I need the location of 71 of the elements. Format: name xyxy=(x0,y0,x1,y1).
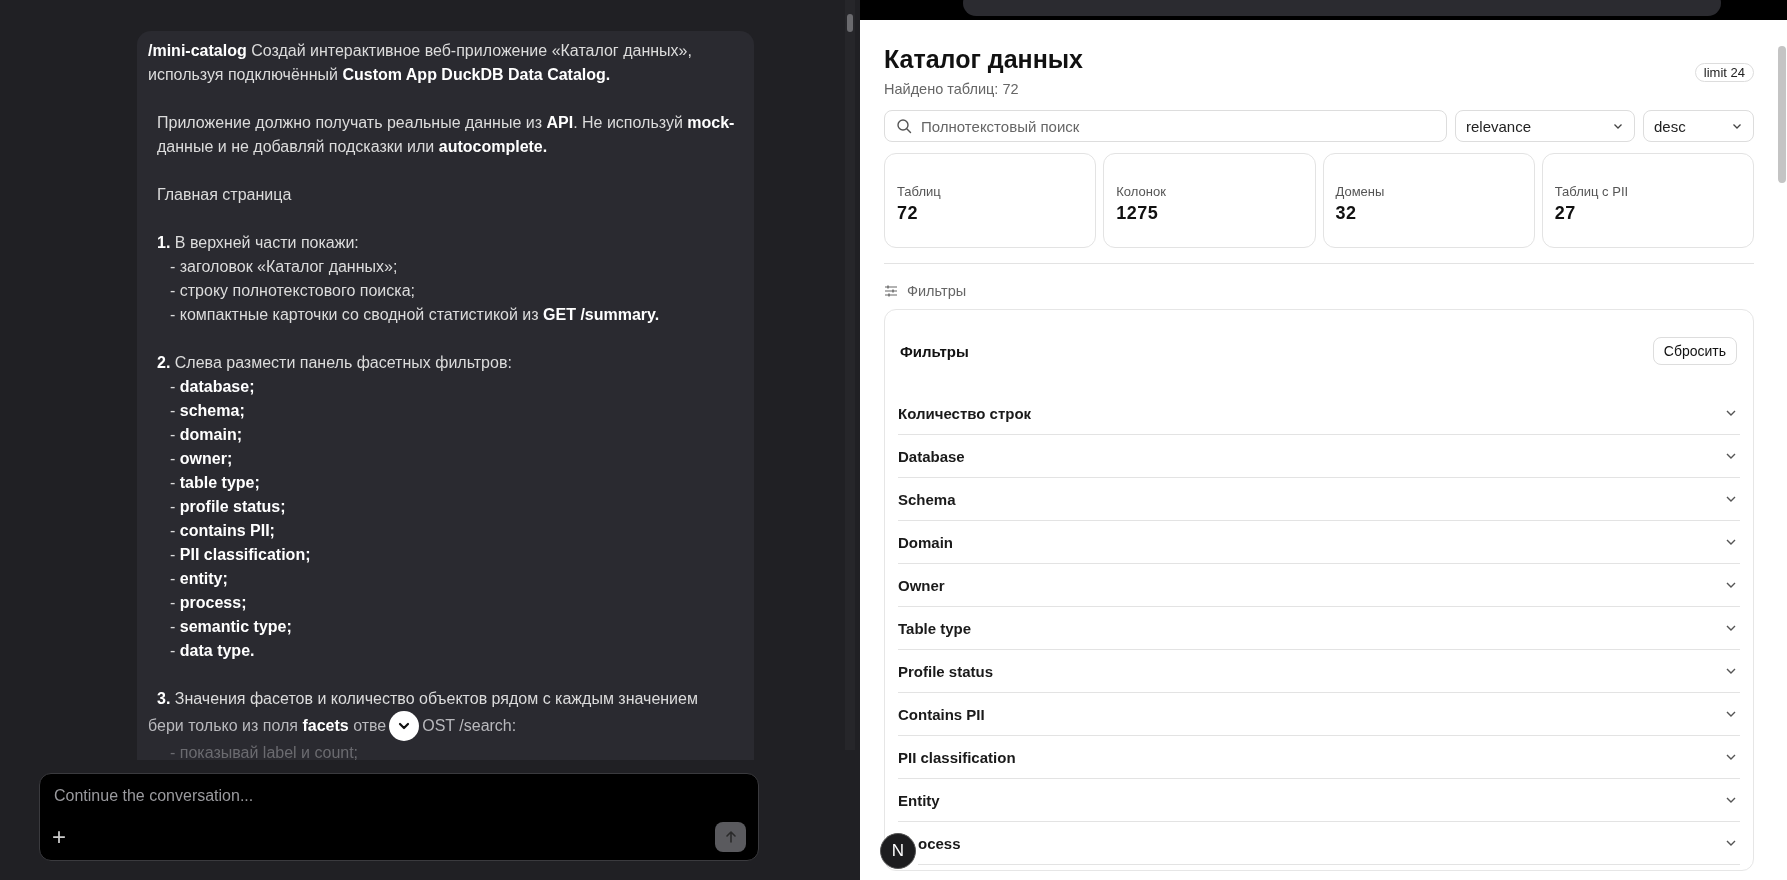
search-field[interactable]: Полнотекстовый поиск xyxy=(884,110,1447,142)
filter-label: Owner xyxy=(898,576,946,594)
stat-value: 27 xyxy=(1554,203,1577,224)
message-text: - profile status; xyxy=(169,497,287,517)
filter-row[interactable]: PII classification xyxy=(898,736,1740,779)
arrow-up-icon xyxy=(723,830,738,844)
message-text: - показывай label и count; xyxy=(169,743,360,760)
message-text: - semantic type; xyxy=(169,617,293,637)
message-text: - process; xyxy=(169,593,248,613)
message-text: - schema; xyxy=(169,401,246,421)
filter-row[interactable]: Количество строк xyxy=(898,392,1740,435)
search-icon xyxy=(896,118,912,134)
filter-row[interactable]: Schema xyxy=(898,478,1740,521)
page-title: Каталог данных xyxy=(884,44,1084,74)
sliders-icon xyxy=(884,284,898,298)
stat-label: Таблиц xyxy=(897,184,942,199)
filter-label: Schema xyxy=(898,490,957,508)
filters-toggle[interactable]: Фильтры xyxy=(907,283,967,299)
message-text: OST /search: xyxy=(422,716,517,736)
stat-value: 32 xyxy=(1335,203,1358,224)
stat-label: Таблиц с PII xyxy=(1554,184,1630,199)
message-text: - PII classification; xyxy=(169,545,312,565)
message-text: - contains PII; xyxy=(169,521,276,541)
message-text: - table type; xyxy=(169,473,261,493)
message-text: - компактные карточки со сводной статистикой из GET /summary. xyxy=(169,305,661,325)
sort-select[interactable]: relevance xyxy=(1455,110,1635,142)
filter-label: ocess xyxy=(918,834,962,852)
stat-value: 1275 xyxy=(1116,203,1160,224)
filter-row[interactable]: Table type xyxy=(898,607,1740,650)
stat-value: 72 xyxy=(897,203,920,224)
filter-row[interactable]: Database xyxy=(898,435,1740,478)
message-text: - database; xyxy=(169,377,256,397)
message-text: - data type. xyxy=(169,641,256,661)
filter-row[interactable]: Owner xyxy=(898,564,1740,607)
filter-label: Database xyxy=(898,447,966,465)
filter-row[interactable]: Contains PII xyxy=(898,693,1740,736)
filter-label: Entity xyxy=(898,791,941,809)
filter-label: Количество строк xyxy=(898,404,1033,422)
order-select[interactable]: desc xyxy=(1643,110,1754,142)
filter-row[interactable]: ocess xyxy=(918,822,1740,865)
message-text: - строку полнотекстового поиска; xyxy=(169,281,416,301)
message-text: - заголовок «Каталог данных»; xyxy=(169,257,399,277)
message-text: Приложение должно получать реальные данные из API. Не используй mock-данные и не добавляй подсказки или autocomplete. xyxy=(156,113,736,157)
message-text: бери только из поля facets отве xyxy=(148,716,387,736)
message-text: - owner; xyxy=(169,449,234,469)
stat-label: Колонок xyxy=(1116,184,1167,199)
filter-label: Domain xyxy=(898,533,954,551)
message-input[interactable]: Continue the conversation... xyxy=(52,786,746,806)
send-button[interactable] xyxy=(715,822,746,852)
filter-row[interactable]: Domain xyxy=(898,521,1740,564)
filter-label: Profile status xyxy=(898,662,995,680)
message-text: 3. Значения фасетов и количество объектов рядом с каждым значением xyxy=(156,689,699,709)
panel-title: Фильтры xyxy=(900,342,969,360)
message-text: 1. В верхней части покажи: xyxy=(156,233,360,253)
message-text: Главная страница xyxy=(156,185,293,205)
filter-label: Table type xyxy=(898,619,973,637)
filter-row[interactable]: Entity xyxy=(898,779,1740,822)
scroll-down-button[interactable] xyxy=(389,711,420,741)
message-text: - domain; xyxy=(169,425,243,445)
scrollbar[interactable] xyxy=(845,0,855,750)
result-count: Найдено таблиц: 72 xyxy=(884,81,1020,97)
dev-badge[interactable]: N xyxy=(880,833,916,869)
reset-button[interactable]: Сбросить xyxy=(1652,337,1737,365)
stat-label: Домены xyxy=(1335,184,1386,199)
filter-row[interactable]: Profile status xyxy=(898,650,1740,693)
filter-label: Contains PII xyxy=(898,705,986,723)
message-text: 2. Слева размести панель фасетных фильтров: xyxy=(156,353,513,373)
message-text: - entity; xyxy=(169,569,229,589)
filter-label: PII classification xyxy=(898,748,1017,766)
add-button[interactable]: + xyxy=(52,825,66,849)
message-text: /mini-catalog Создай интерактивное веб-приложение «Каталог данных», используя подключённый Custom App DuckDB Data Catalog. xyxy=(148,41,693,85)
